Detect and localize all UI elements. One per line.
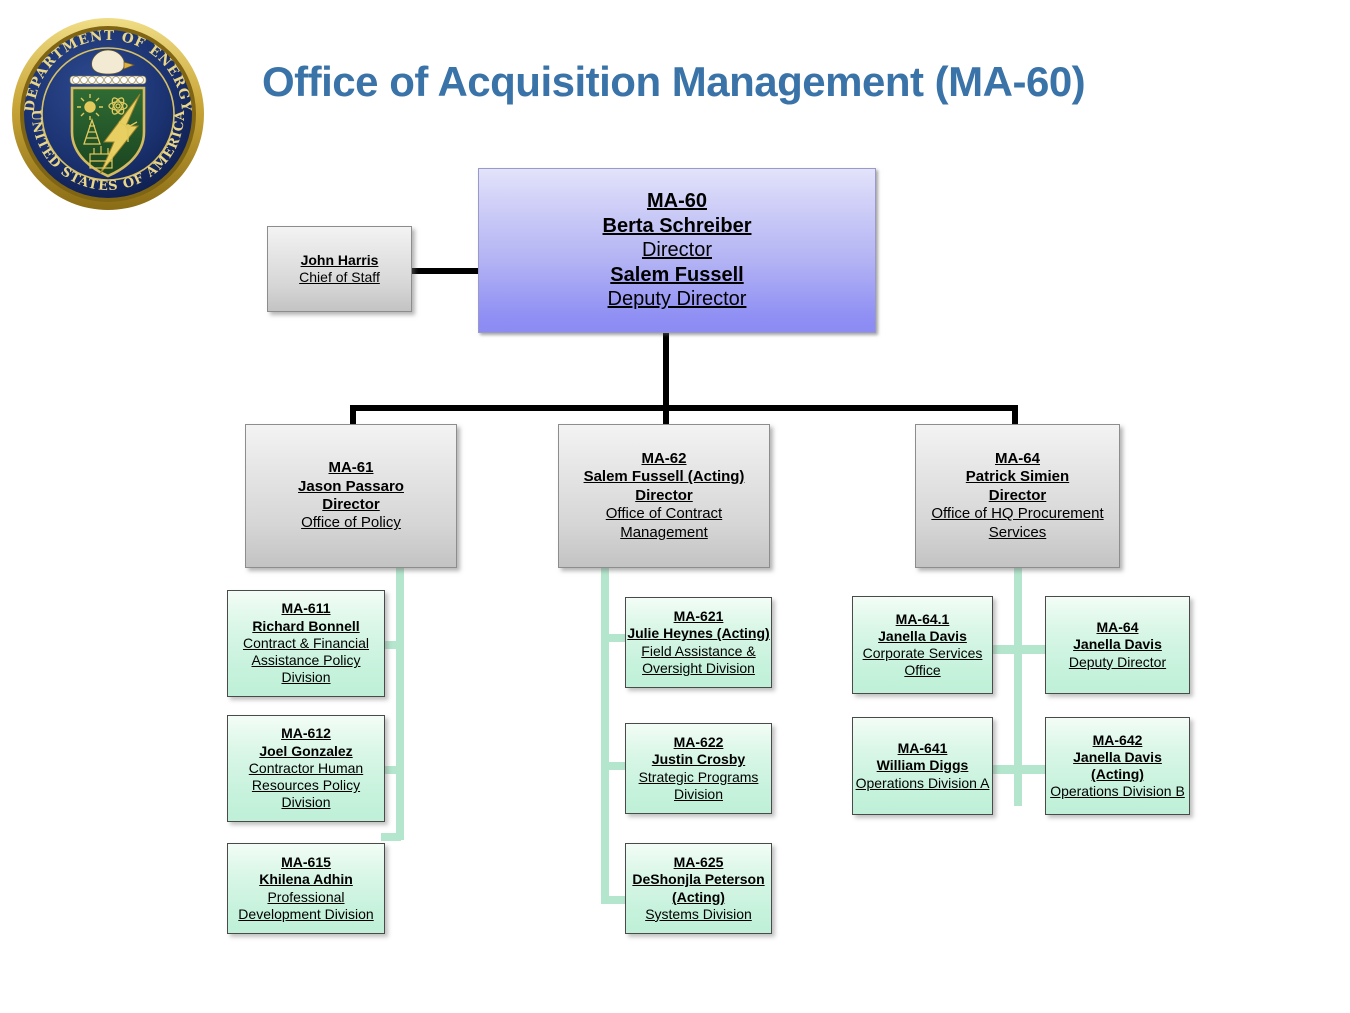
connector-green-stub-ma622 [605,762,627,770]
ma-64-title: Director [988,486,1047,504]
ma-60-director-title: Director [641,239,712,262]
node-ma-641[interactable]: MA-641 William Diggs Operations Division… [852,717,993,815]
connector-green-stub-ma615 [381,833,401,841]
ma-615-division-line2: Development Division [238,905,374,922]
ma-642-name-line2: (Acting) [1091,766,1144,782]
ma-60-deputy-title: Deputy Director [607,288,747,311]
ma-64-code: MA-64 [994,449,1040,467]
node-ma-61[interactable]: MA-61 Jason Passaro Director Office of P… [245,424,457,568]
ma-62-code: MA-62 [641,449,687,467]
node-ma-622[interactable]: MA-622 Justin Crosby Strategic Programs … [625,723,772,814]
ma-611-division-line2: Assistance Policy [251,652,361,669]
ma-642-division-line1: Operations Division B [1050,783,1185,800]
ma-64-name: Patrick Simien [965,468,1070,486]
ma-64-1-name: Janella Davis [878,627,967,644]
ma-625-name: DeShonjla Peterson [632,871,765,888]
ma-61-code: MA-61 [328,459,374,477]
ma-61-name: Jason Passaro [298,477,404,495]
ma-612-division-line2: Resources Policy [251,777,361,794]
ma-612-code: MA-612 [281,725,331,742]
connector-green-stub-ma621 [605,634,627,642]
node-ma-64-deputy[interactable]: MA-64 Janella Davis Deputy Director [1045,596,1190,694]
ma-625-division-line1: Systems Division [645,905,752,922]
ma-64-deputy-name: Janella Davis [1073,636,1162,653]
node-ma-612[interactable]: MA-612 Joel Gonzalez Contractor Human Re… [227,715,385,822]
ma-62-office-line2: Management [620,523,708,541]
ma-642-name: Janella Davis [1073,748,1162,765]
connector-chief-of-staff [412,268,482,274]
ma-61-title: Director [322,496,380,513]
ma-641-code: MA-641 [897,740,948,757]
doe-seal: · DEPARTMENT OF ENERGY · UNITED STATES O… [8,14,208,214]
connector-green-bar-upper [986,645,1048,654]
connector-root-bus [350,405,1018,411]
ma-622-division-line2: Division [673,785,723,802]
ma-64-1-division-line1: Corporate Services [862,645,983,661]
ma-625-code: MA-625 [673,854,724,871]
ma-62-office-line1: Office of Contract [605,505,723,523]
node-ma-625[interactable]: MA-625 DeShonjla Peterson (Acting) Syste… [625,843,772,934]
node-ma-611[interactable]: MA-611 Richard Bonnell Contract & Financ… [227,590,385,697]
ma-625-name-line2: (Acting) [672,888,725,905]
node-ma-642[interactable]: MA-642 Janella Davis (Acting) Operations… [1045,717,1190,815]
connector-root-trunk [663,332,669,408]
ma-612-division-line1: Contractor Human [248,759,364,776]
ma-621-code: MA-621 [673,608,724,625]
ma-611-division-line1: Contract & Financial [242,634,370,651]
node-ma-64-1[interactable]: MA-64.1 Janella Davis Corporate Services… [852,596,993,694]
ma-612-name: Joel Gonzalez [259,742,353,759]
ma-621-division-line1: Field Assistance & [641,642,756,659]
ma-64-deputy-title: Deputy Director [1068,653,1167,670]
ma-64-office-line2: Services [988,523,1047,541]
node-ma-64[interactable]: MA-64 Patrick Simien Director Office of … [915,424,1120,568]
ma-641-division-line1: Operations Division A [855,774,990,791]
ma-60-code: MA-60 [646,190,707,213]
node-chief-of-staff[interactable]: John Harris Chief of Staff [267,226,412,312]
ma-60-director-name: Berta Schreiber [602,214,752,237]
connector-green-stub-ma625 [605,896,627,904]
ma-64-deputy-code: MA-64 [1096,619,1139,636]
ma-612-division-line3: Division [281,794,331,811]
ma-611-name: Richard Bonnell [252,617,360,634]
ma-64-office-line1: Office of HQ Procurement [931,505,1104,523]
ma-64-1-division-line2: Office [904,662,941,679]
ma-64-1-code: MA-64.1 [895,610,950,627]
node-ma-62[interactable]: MA-62 Salem Fussell (Acting) Director Of… [558,424,770,568]
chief-of-staff-title: Chief of Staff [299,269,380,285]
node-ma-615[interactable]: MA-615 Khilena Adhin Professional Develo… [227,843,385,934]
ma-61-office: Office of Policy [301,514,401,532]
ma-621-name: Julie Heynes (Acting) [627,625,770,642]
ma-62-title: Director [635,486,693,504]
ma-621-division-line2: Oversight Division [642,659,755,676]
ma-642-code: MA-642 [1092,731,1143,748]
connector-green-trunk-ma62 [601,566,609,904]
ma-622-division-line1: Strategic Programs [638,768,759,785]
page-title: Office of Acquisition Management (MA-60) [262,58,1086,105]
ma-611-code: MA-611 [281,600,331,617]
ma-615-code: MA-615 [281,854,331,871]
ma-622-name: Justin Crosby [651,751,746,768]
ma-615-name: Khilena Adhin [259,871,353,888]
node-ma-621[interactable]: MA-621 Julie Heynes (Acting) Field Assis… [625,597,772,688]
connector-green-bar-lower [986,765,1048,774]
ma-62-name: Salem Fussell (Acting) [583,468,745,486]
ma-611-division-line3: Division [281,669,331,686]
node-ma-60[interactable]: MA-60 Berta Schreiber Director Salem Fus… [478,168,876,333]
ma-622-code: MA-622 [673,734,724,751]
ma-60-deputy-name: Salem Fussell [610,263,744,286]
ma-615-division-line1: Professional [267,888,345,905]
chief-of-staff-name: John Harris [300,251,379,268]
connector-green-trunk-ma61 [396,566,404,840]
ma-641-name: William Diggs [876,757,969,774]
